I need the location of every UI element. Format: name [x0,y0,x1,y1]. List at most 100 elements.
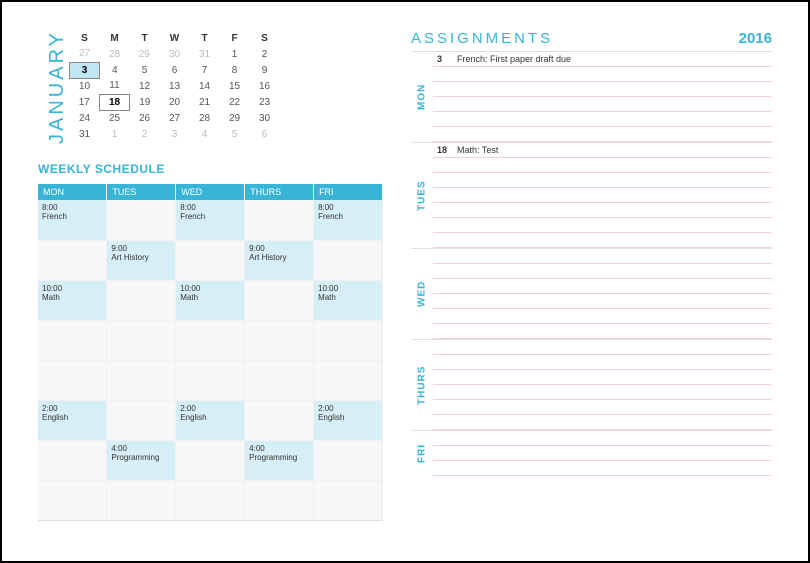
ws-cell[interactable] [176,440,245,480]
ws-cell[interactable]: 8:00French [38,200,107,240]
cal-day[interactable]: 23 [250,94,280,110]
ws-cell[interactable] [314,360,383,400]
cal-day[interactable]: 12 [130,78,160,94]
ws-cell[interactable] [176,240,245,280]
ws-cell[interactable]: 10:00Math [176,280,245,320]
cal-day[interactable]: 18 [100,94,130,110]
ws-cell[interactable]: 2:00English [314,400,383,440]
assignment-line[interactable] [433,370,772,385]
ws-cell[interactable] [314,480,383,520]
ws-cell[interactable] [245,480,314,520]
assignment-line[interactable] [433,218,772,233]
assignment-line[interactable] [433,67,772,82]
assignment-line[interactable] [433,340,772,355]
cal-day[interactable]: 25 [100,110,130,126]
cal-day[interactable]: 4 [100,62,130,78]
assignment-line[interactable] [433,158,772,173]
assignment-line[interactable]: 18Math: Test [433,143,772,158]
assignment-line[interactable] [433,127,772,142]
assignment-line[interactable] [433,461,772,476]
cal-day[interactable]: 1 [100,126,130,142]
ws-cell[interactable] [314,440,383,480]
cal-day[interactable]: 8 [220,62,250,78]
cal-day[interactable]: 26 [130,110,160,126]
ws-cell[interactable]: 10:00Math [38,280,107,320]
ws-cell[interactable]: 8:00French [314,200,383,240]
ws-cell[interactable] [107,200,176,240]
cal-day[interactable]: 30 [250,110,280,126]
assignment-line[interactable] [433,415,772,430]
cal-day[interactable]: 27 [160,110,190,126]
cal-day[interactable]: 30 [160,46,190,62]
assignment-line[interactable] [433,446,772,461]
assignment-line[interactable] [433,112,772,127]
ws-cell[interactable]: 4:00Programming [107,440,176,480]
ws-cell[interactable] [245,320,314,360]
cal-day[interactable]: 5 [220,126,250,142]
cal-day[interactable]: 10 [70,78,100,94]
ws-cell[interactable] [107,480,176,520]
assignment-line[interactable] [433,203,772,218]
cal-day[interactable]: 20 [160,94,190,110]
cal-day[interactable]: 7 [190,62,220,78]
cal-day[interactable]: 28 [100,46,130,62]
cal-day[interactable]: 14 [190,78,220,94]
assignment-line[interactable] [433,355,772,370]
cal-day[interactable]: 13 [160,78,190,94]
cal-day[interactable]: 16 [250,78,280,94]
cal-day[interactable]: 1 [220,46,250,62]
assignment-line[interactable] [433,173,772,188]
cal-day[interactable]: 15 [220,78,250,94]
ws-cell[interactable] [38,320,107,360]
ws-cell[interactable]: 10:00Math [314,280,383,320]
cal-day[interactable]: 29 [130,46,160,62]
cal-day[interactable]: 5 [130,62,160,78]
ws-cell[interactable] [176,360,245,400]
cal-day[interactable]: 2 [250,46,280,62]
ws-cell[interactable]: 9:00Art History [245,240,314,280]
assignment-line[interactable] [433,431,772,446]
ws-cell[interactable] [38,440,107,480]
cal-day[interactable]: 31 [70,126,100,142]
cal-day[interactable]: 4 [190,126,220,142]
cal-day[interactable]: 3 [70,62,100,78]
assignment-line[interactable] [433,188,772,203]
assignment-line[interactable]: 3French: First paper draft due [433,52,772,67]
cal-day[interactable]: 21 [190,94,220,110]
ws-cell[interactable] [38,360,107,400]
cal-day[interactable]: 22 [220,94,250,110]
ws-cell[interactable] [245,360,314,400]
assignment-line[interactable] [433,97,772,112]
ws-cell[interactable]: 2:00English [38,400,107,440]
assignment-line[interactable] [433,279,772,294]
assignment-line[interactable] [433,309,772,324]
ws-cell[interactable] [107,280,176,320]
ws-cell[interactable]: 9:00Art History [107,240,176,280]
assignment-line[interactable] [433,264,772,279]
ws-cell[interactable] [107,360,176,400]
cal-day[interactable]: 28 [190,110,220,126]
cal-day[interactable]: 29 [220,110,250,126]
assignment-line[interactable] [433,249,772,264]
ws-cell[interactable] [245,400,314,440]
ws-cell[interactable] [38,480,107,520]
cal-day[interactable]: 3 [160,126,190,142]
assignment-line[interactable] [433,294,772,309]
cal-day[interactable]: 11 [100,78,130,94]
assignment-line[interactable] [433,233,772,248]
cal-day[interactable]: 24 [70,110,100,126]
cal-day[interactable]: 9 [250,62,280,78]
cal-day[interactable]: 6 [250,126,280,142]
ws-cell[interactable] [245,200,314,240]
ws-cell[interactable] [176,480,245,520]
cal-day[interactable]: 19 [130,94,160,110]
ws-cell[interactable]: 8:00French [176,200,245,240]
cal-day[interactable]: 17 [70,94,100,110]
ws-cell[interactable] [176,320,245,360]
assignment-line[interactable] [433,400,772,415]
ws-cell[interactable] [38,240,107,280]
cal-day[interactable]: 27 [70,46,100,62]
cal-day[interactable]: 6 [160,62,190,78]
ws-cell[interactable] [314,320,383,360]
ws-cell[interactable]: 4:00Programming [245,440,314,480]
